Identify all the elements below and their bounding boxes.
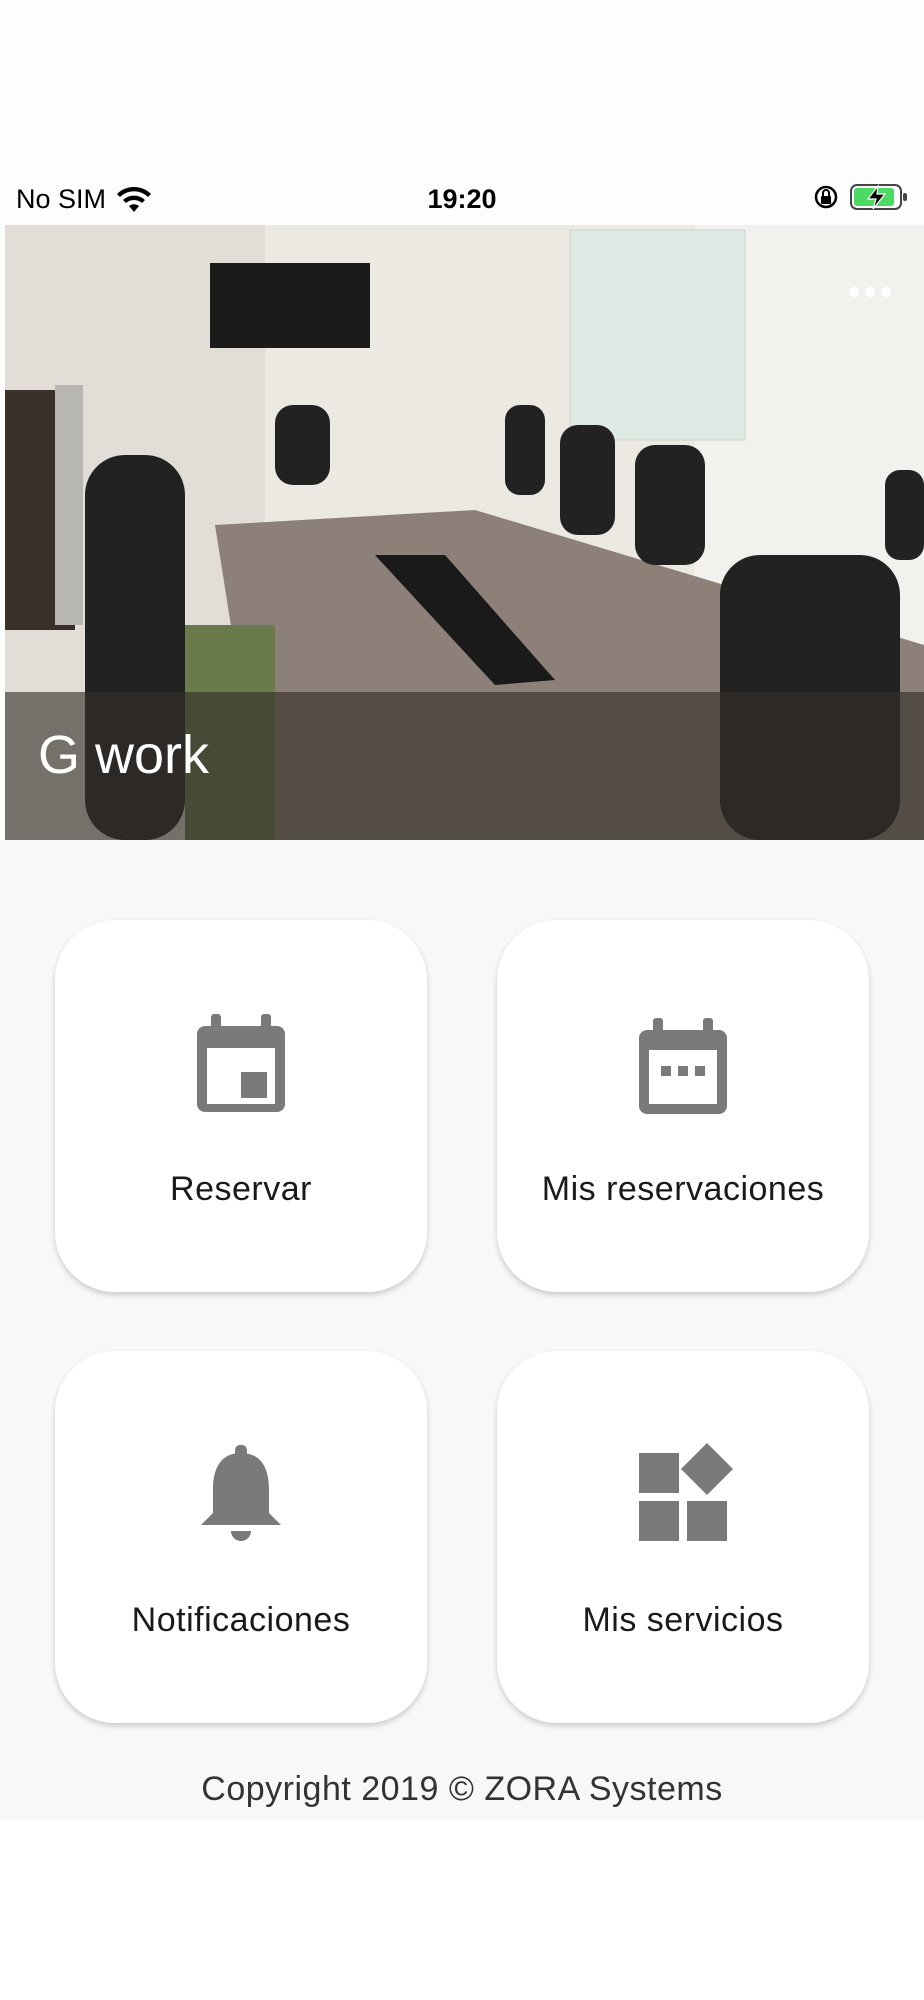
reservar-tile[interactable]: Reservar [55,920,427,1292]
reservar-label: Reservar [170,1170,312,1208]
copyright-text: Copyright 2019 © ZORA Systems [201,1770,723,1808]
widgets-icon [639,1443,733,1541]
orientation-lock-icon [814,185,838,209]
mis-reservaciones-tile[interactable]: Mis reservaciones [497,920,869,1292]
notificaciones-tile[interactable]: Notificaciones [55,1351,427,1723]
battery-charging-icon [850,183,907,210]
status-bar: No SIM 19:20 [0,178,924,222]
more-options-icon[interactable] [846,280,894,304]
calendar-month-icon [639,1018,727,1114]
mis-servicios-tile[interactable]: Mis servicios [497,1351,869,1723]
hero-title: G work [38,725,210,785]
calendar-event-icon [197,1014,285,1112]
bottom-area [0,1820,924,2000]
mis-reservaciones-label: Mis reservaciones [541,1170,825,1208]
status-time: 19:20 [427,184,497,214]
bell-icon [201,1445,281,1541]
mis-servicios-label: Mis servicios [582,1601,784,1639]
status-right [812,182,908,212]
notificaciones-label: Notificaciones [131,1601,351,1639]
